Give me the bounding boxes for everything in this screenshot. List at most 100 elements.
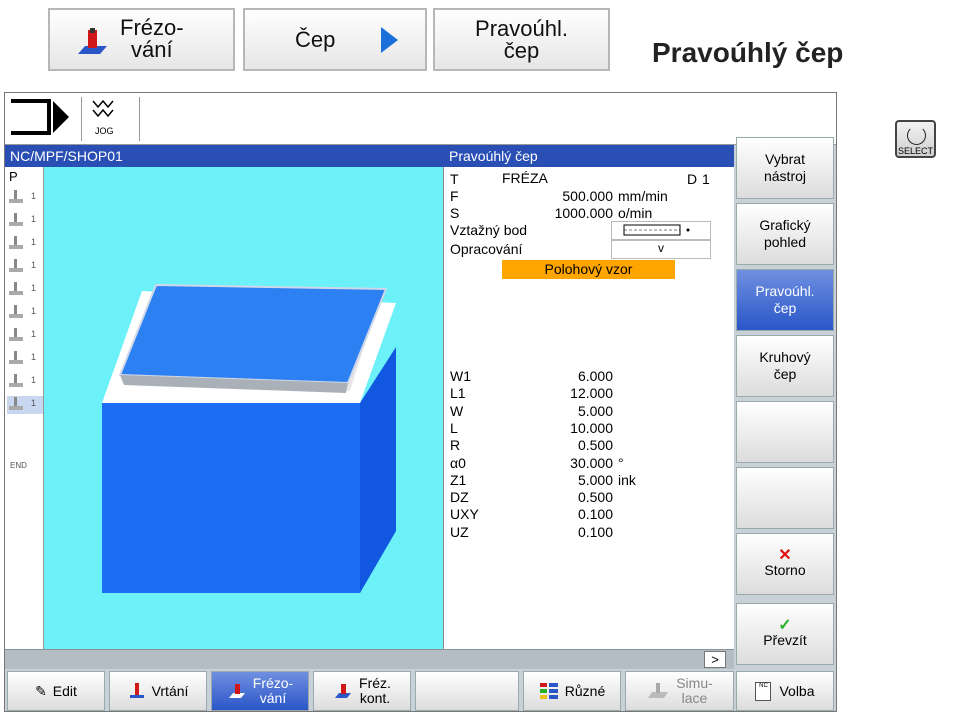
- param-value-field[interactable]: 6.000: [500, 368, 613, 384]
- d-value[interactable]: 1: [702, 171, 710, 187]
- breadcrumb-milling-line1: Frézo-: [120, 15, 184, 40]
- param-label: W1: [450, 368, 471, 384]
- param-label: α0: [450, 454, 466, 471]
- program-step-item[interactable]: 1: [7, 396, 43, 414]
- cancel-softkey[interactable]: ✕ Storno: [736, 533, 834, 595]
- edit-softkey[interactable]: ✎ Edit: [7, 671, 105, 711]
- select-program-softkey[interactable]: NC Volba: [736, 671, 834, 711]
- misc-softkey[interactable]: Různé: [523, 671, 621, 711]
- softkey-label: Kruhový: [759, 349, 811, 365]
- param-value-field[interactable]: 5.000: [500, 472, 613, 488]
- circular-pin-softkey[interactable]: Kruhový čep: [736, 335, 834, 397]
- program-step-item[interactable]: 1: [7, 373, 43, 391]
- program-step-item[interactable]: 1: [7, 235, 43, 253]
- program-step-icon: [9, 328, 23, 341]
- reference-point-select[interactable]: [611, 221, 711, 240]
- machining-select[interactable]: v: [611, 240, 711, 259]
- select-tool-softkey[interactable]: Vybrat nástroj: [736, 137, 834, 199]
- program-step-icon: [9, 305, 23, 318]
- accept-softkey[interactable]: ✓ Převzít: [736, 603, 834, 665]
- select-key[interactable]: SELECT: [895, 120, 936, 158]
- program-step-number: 1: [31, 214, 37, 224]
- tool-field[interactable]: FRÉZA: [500, 170, 675, 188]
- breadcrumb-pin-button[interactable]: Čep: [243, 8, 427, 71]
- misc-label: Různé: [564, 683, 606, 699]
- breadcrumb-milling-button[interactable]: Frézo- vání: [48, 8, 235, 71]
- program-step-number: 1: [31, 329, 37, 339]
- program-step-icon: [9, 374, 23, 387]
- empty-softkey-6[interactable]: [736, 467, 834, 529]
- breadcrumb-rect-pin-line2: čep: [503, 37, 540, 63]
- param-value-field[interactable]: 30.000: [500, 455, 613, 471]
- spindle-field[interactable]: 1000.000: [500, 205, 613, 221]
- rect-pin-softkey[interactable]: Pravoúhl. čep: [736, 269, 834, 331]
- simulation-softkey[interactable]: Simu- lace: [625, 671, 734, 711]
- softkey-label: Vybrat: [765, 151, 805, 167]
- program-step-item[interactable]: 1: [7, 350, 43, 368]
- program-step-icon: [9, 236, 23, 249]
- milling-icon: [78, 28, 107, 54]
- program-path: NC/MPF/SHOP01: [5, 145, 444, 167]
- contour-line1: Fréz.: [359, 675, 391, 691]
- param-value-field[interactable]: 0.100: [500, 506, 613, 522]
- param-unit: °: [618, 454, 624, 471]
- mode-bar: JOG: [5, 93, 836, 145]
- param-value-field[interactable]: 5.000: [500, 403, 613, 419]
- jog-label: JOG: [95, 126, 114, 136]
- drilling-softkey[interactable]: Vrtání: [109, 671, 207, 711]
- empty-softkey-5[interactable]: [736, 401, 834, 463]
- more-button[interactable]: >: [704, 651, 726, 668]
- jog-icon: [92, 99, 114, 118]
- param-value-field[interactable]: 10.000: [500, 420, 613, 436]
- program-step-icon: [9, 351, 23, 364]
- program-step-number: 1: [31, 375, 37, 385]
- contour-milling-softkey[interactable]: Fréz. kont.: [313, 671, 411, 711]
- milling-icon: [228, 684, 245, 698]
- tool-value: FRÉZA: [502, 170, 548, 186]
- empty-bottom-softkey[interactable]: [415, 671, 519, 711]
- program-step-icon: [9, 282, 23, 295]
- param-label: DZ: [450, 489, 469, 506]
- param-unit: ink: [618, 471, 636, 488]
- param-label: W: [450, 402, 464, 419]
- program-step-item[interactable]: 1: [7, 189, 43, 207]
- graphic-view-softkey[interactable]: Grafický pohled: [736, 203, 834, 265]
- spindle-unit[interactable]: o/min: [618, 205, 652, 221]
- edit-label: Edit: [52, 683, 77, 699]
- softkey-label: nástroj: [763, 168, 807, 184]
- t-label: T: [450, 171, 459, 187]
- program-step-number: 1: [31, 306, 37, 316]
- param-value-field[interactable]: 0.500: [500, 437, 613, 453]
- program-step-item[interactable]: 1: [7, 212, 43, 230]
- program-step-icon: [9, 397, 23, 410]
- graphic-view: [44, 167, 444, 649]
- program-step-item[interactable]: 1: [7, 304, 43, 322]
- program-step-icon: [9, 259, 23, 272]
- softkey-label: Grafický: [759, 217, 811, 233]
- feed-unit[interactable]: mm/min: [618, 188, 668, 204]
- milling-line2: vání: [259, 690, 287, 706]
- d-label: D: [687, 171, 698, 187]
- drill-icon: [129, 683, 144, 698]
- select-key-label: SELECT: [897, 146, 933, 156]
- program-step-item[interactable]: 1: [7, 258, 43, 276]
- program-step-item[interactable]: 1: [7, 281, 43, 299]
- param-value-field[interactable]: 0.500: [500, 489, 613, 505]
- milling-softkey[interactable]: Frézo- vání: [211, 671, 309, 711]
- feed-field[interactable]: 500.000: [500, 188, 613, 204]
- softkey-label: čep: [773, 300, 797, 316]
- program-step-item[interactable]: 1: [7, 327, 43, 345]
- param-label: UZ: [450, 523, 469, 540]
- program-step-number: 1: [31, 191, 37, 201]
- param-value-field[interactable]: 0.100: [500, 524, 613, 540]
- param-value-field[interactable]: 12.000: [500, 385, 613, 401]
- parameter-form: T FRÉZA D 1 F 500.000 mm/min S 1000.000 …: [444, 167, 734, 649]
- reference-point-label: Vztažný bod: [450, 222, 528, 238]
- nc-document-icon: NC: [755, 681, 772, 701]
- select-circle-icon: [907, 126, 926, 145]
- milling-line1: Frézo-: [252, 675, 294, 691]
- program-step-number: 1: [31, 352, 37, 362]
- pencil-icon: ✎: [35, 682, 47, 699]
- position-pattern-field[interactable]: Polohový vzor: [502, 260, 675, 279]
- breadcrumb-rect-pin-button[interactable]: Pravoúhl. čep: [433, 8, 610, 71]
